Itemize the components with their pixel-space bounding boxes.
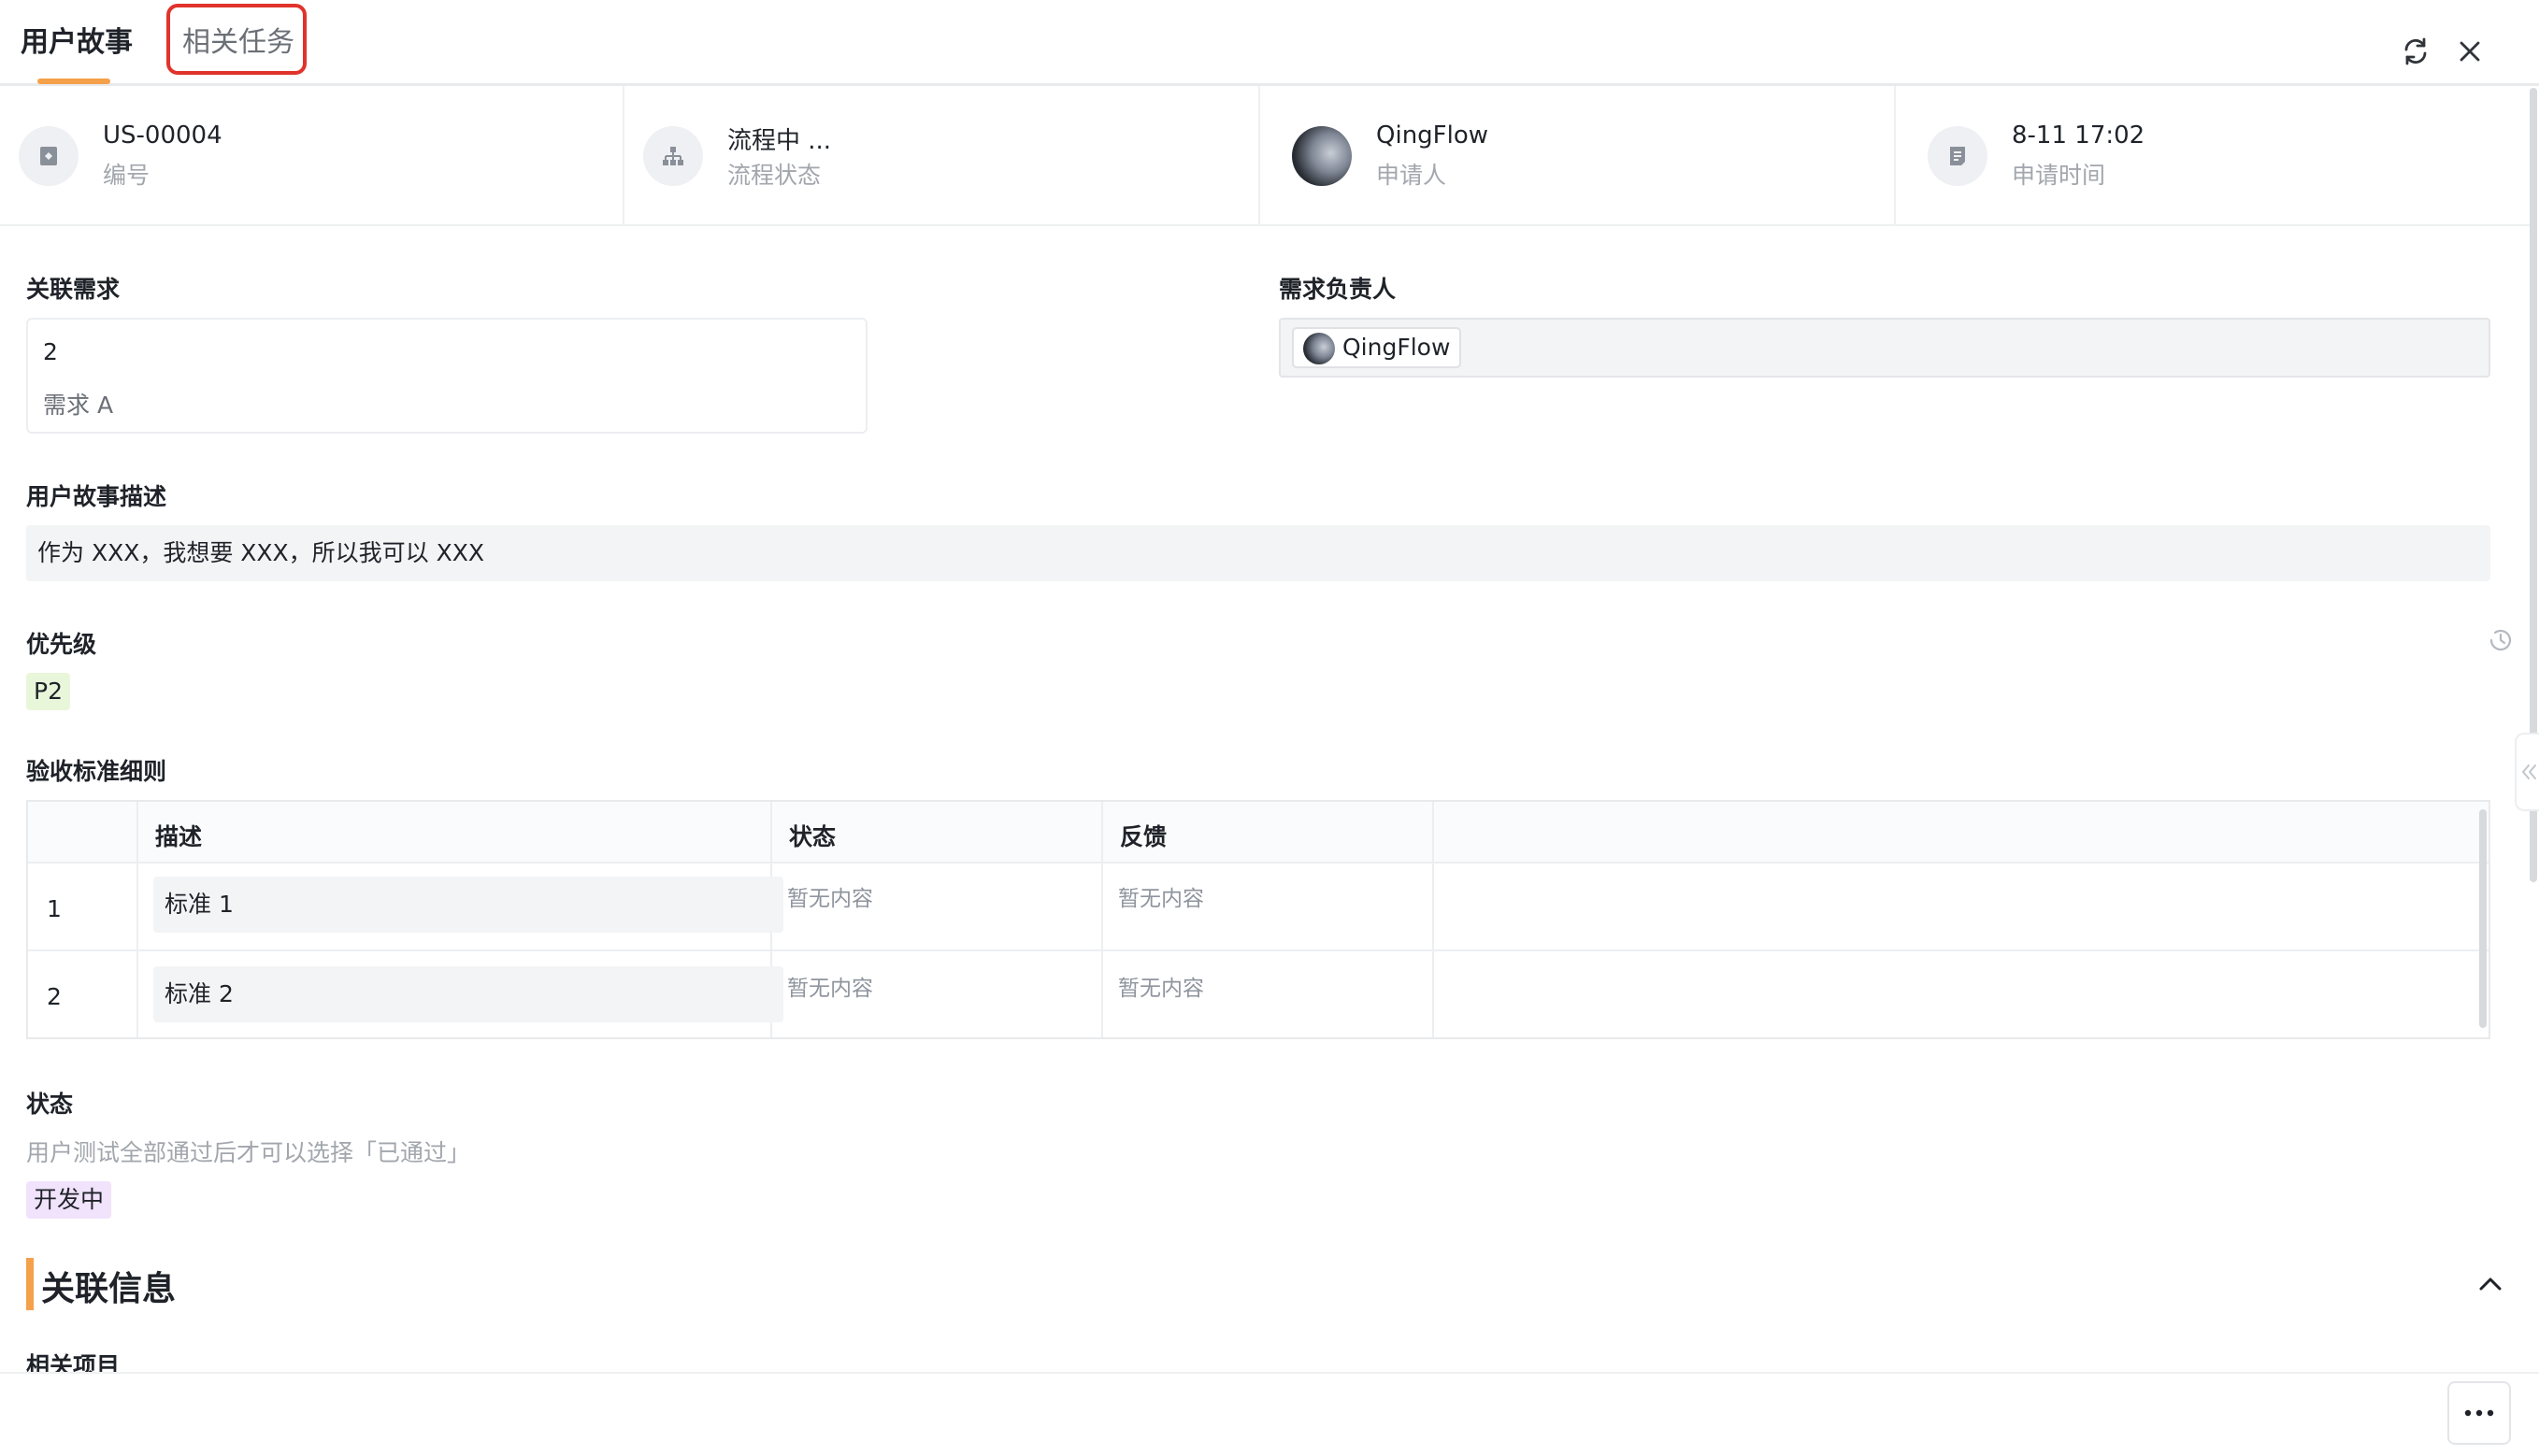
avatar [1303, 333, 1335, 364]
tab-user-story[interactable]: 用户故事 [21, 19, 133, 60]
story-desc-value: 作为 XXX，我想要 XXX，所以我可以 XXX [26, 525, 2490, 581]
summary-time: 8-11 17:02 申请时间 [1909, 86, 2532, 226]
tab-bar [0, 0, 2539, 86]
priority-tag: P2 [26, 673, 70, 710]
related-need-number: 2 [43, 338, 58, 365]
avatar [1292, 126, 1352, 186]
table-header [28, 802, 2489, 864]
summary-applicant: QingFlow 申请人 [1273, 86, 1896, 226]
criteria-feedback-cell: 暂无内容 [1118, 977, 1204, 1001]
criteria-desc-cell: 标准 2 [153, 966, 783, 1022]
related-need-card[interactable]: 2 需求 A [26, 318, 868, 434]
criteria-status-cell: 暂无内容 [787, 977, 873, 1001]
need-owner-field: QingFlow [1279, 318, 2490, 378]
record-id: US-00004 [103, 121, 222, 150]
apply-time: 8-11 17:02 [2012, 121, 2145, 150]
sitemap-icon [643, 126, 703, 186]
applicant-name: QingFlow [1376, 121, 1489, 150]
tab-related-tasks[interactable]: 相关任务 [182, 19, 294, 60]
need-owner-name: QingFlow [1342, 334, 1451, 361]
status-badge: 开发中 [26, 1181, 112, 1219]
status-hint: 用户测试全部通过后才可以选择「已通过」 [26, 1139, 471, 1166]
row-index: 2 [47, 983, 62, 1010]
refresh-icon[interactable] [2397, 33, 2434, 70]
story-desc-label: 用户故事描述 [26, 483, 167, 510]
criteria-table: 描述 状态 反馈 1 标准 1 暂无内容 暂无内容 2 标准 2 暂无内容 暂无… [26, 800, 2490, 1039]
user-chip[interactable]: QingFlow [1292, 327, 1462, 368]
row-index: 1 [47, 895, 62, 922]
section-accent-bar [26, 1258, 34, 1310]
ellipsis-icon [2464, 1409, 2494, 1417]
chevron-up-icon[interactable] [2472, 1265, 2509, 1303]
status-label: 状态 [26, 1091, 74, 1118]
column-divider [1432, 802, 1434, 1037]
double-chevron-left-icon [2522, 764, 2536, 779]
tag-icon [19, 126, 79, 186]
related-need-label: 关联需求 [26, 276, 121, 303]
applicant-label: 申请人 [1376, 162, 1447, 189]
row-divider [28, 949, 2489, 951]
criteria-status-cell: 暂无内容 [787, 887, 873, 911]
apply-time-label: 申请时间 [2012, 162, 2106, 189]
active-tab-indicator [37, 79, 110, 84]
need-owner-label: 需求负责人 [1279, 276, 1397, 303]
column-divider [136, 802, 138, 1037]
summary-id: US-00004 编号 [0, 86, 623, 226]
flow-status: 流程中 ... [727, 127, 832, 155]
footer-bar [0, 1372, 2539, 1456]
calendar-icon [1928, 126, 1987, 186]
side-panel-toggle[interactable] [2515, 733, 2539, 811]
column-header-status: 状态 [789, 823, 837, 850]
priority-label: 优先级 [26, 631, 97, 658]
record-id-label: 编号 [103, 162, 151, 189]
flow-status-label: 流程状态 [727, 162, 822, 189]
related-need-title: 需求 A [43, 392, 114, 419]
criteria-desc-cell: 标准 1 [153, 877, 783, 933]
summary-strip: US-00004 编号 流程中 ... 流程状态 QingFlow 申请人 8-… [0, 86, 2535, 226]
column-header-feedback: 反馈 [1120, 823, 1168, 850]
column-divider [1101, 802, 1103, 1037]
criteria-feedback-cell: 暂无内容 [1118, 887, 1204, 911]
criteria-label: 验收标准细则 [26, 758, 167, 785]
summary-status: 流程中 ... 流程状态 [624, 86, 1258, 226]
close-icon[interactable] [2451, 33, 2489, 70]
clock-icon[interactable] [2487, 626, 2515, 654]
divider [1894, 86, 1896, 226]
section-title: 关联信息 [41, 1270, 177, 1308]
table-scrollbar[interactable] [2479, 809, 2487, 1028]
divider [1258, 86, 1260, 226]
more-button[interactable] [2447, 1381, 2511, 1445]
column-header-desc: 描述 [155, 823, 203, 850]
